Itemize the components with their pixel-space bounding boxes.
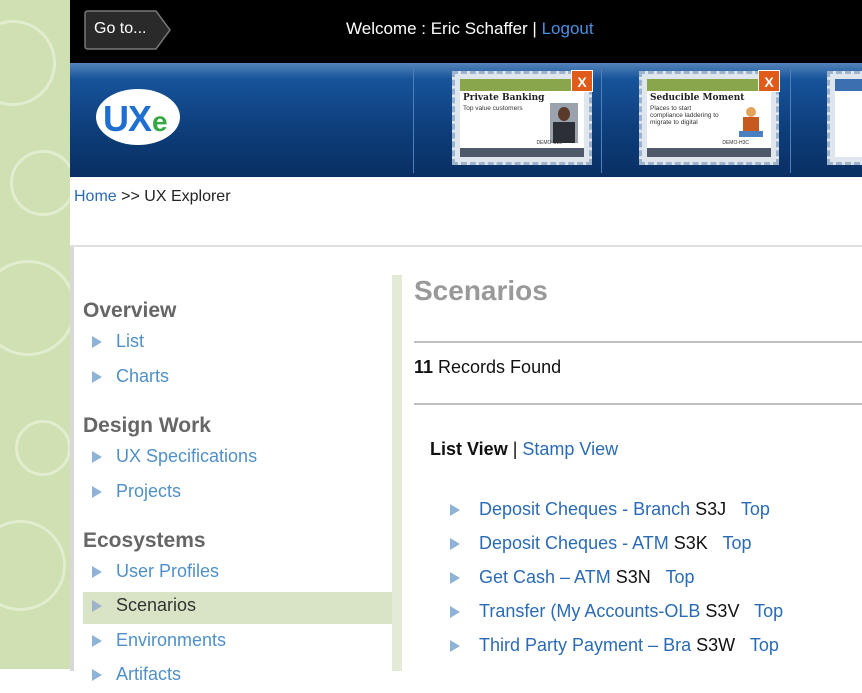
top-link[interactable]: Top — [722, 533, 751, 553]
stamp-view-link[interactable]: Stamp View — [522, 439, 618, 459]
nav-section-overview: Overview — [83, 299, 177, 322]
top-bar: Go to... Welcome : Eric Schaffer | Logou… — [70, 0, 862, 63]
triangle-right-icon — [92, 336, 102, 348]
nav-item-list[interactable]: List — [83, 328, 401, 360]
logout-link[interactable]: Logout — [542, 19, 594, 38]
stamp-body: Private Banking Top value customers DEMO… — [460, 79, 584, 157]
nav-section-ecosystems: Ecosystems — [83, 529, 206, 552]
scenario-link[interactable]: Deposit Cheques - Branch — [479, 499, 690, 519]
scenario-code: S3K — [673, 533, 708, 553]
column-separator — [392, 275, 402, 671]
content-area: Overview List Charts Design Work UX Spec… — [70, 245, 862, 684]
svg-text:X: X — [128, 98, 152, 139]
scenario-code: S3J — [695, 499, 727, 519]
stamp-card-need[interactable]: Seducible Moment Places to start complia… — [639, 70, 780, 165]
stamp-title: Private Banking — [463, 93, 545, 103]
nav-section-design-work: Design Work — [83, 414, 211, 437]
nav-item-environments[interactable]: Environments — [83, 627, 401, 659]
records-found: 11 Records Found — [414, 357, 561, 378]
stamp-body — [835, 79, 862, 157]
breadcrumb-current: >> UX Explorer — [116, 188, 231, 205]
close-stamp-button[interactable]: X — [571, 70, 593, 92]
close-stamp-button[interactable]: X — [758, 70, 780, 92]
nav-item-projects[interactable]: Projects — [83, 478, 401, 510]
triangle-right-icon — [92, 371, 102, 383]
goto-label: Go to... — [94, 20, 147, 37]
records-count: 11 — [414, 357, 434, 377]
scenario-link[interactable]: Deposit Cheques - ATM — [479, 533, 669, 553]
stamp-category-bar — [647, 79, 771, 91]
scenario-link[interactable]: Get Cash – ATM — [479, 567, 611, 587]
nav-item-label: Charts — [116, 366, 170, 386]
scenario-code: S3V — [705, 601, 740, 621]
svg-text:e: e — [152, 106, 168, 137]
top-link[interactable]: Top — [665, 567, 694, 587]
nav-item-artifacts[interactable]: Artifacts — [83, 661, 401, 693]
stamp-code: DEMO-H3C — [722, 140, 749, 146]
person-photo-icon — [550, 103, 578, 143]
svg-text:U: U — [103, 98, 129, 139]
scenario-link[interactable]: Third Party Payment – Bra — [479, 635, 691, 655]
divider-line — [414, 403, 862, 405]
top-link[interactable]: Top — [754, 601, 783, 621]
nav-item-label: Projects — [116, 481, 182, 501]
triangle-right-icon — [92, 486, 102, 498]
breadcrumb-home-link[interactable]: Home — [74, 188, 117, 205]
top-link[interactable]: Top — [741, 499, 770, 519]
triangle-right-icon — [92, 669, 102, 681]
page-title: Scenarios — [414, 275, 548, 306]
records-label: Records Found — [433, 357, 562, 377]
nav-item-label: Scenarios — [116, 595, 197, 615]
scenario-link[interactable]: Transfer (My Accounts-OLB — [479, 601, 700, 621]
nav-item-label: Environments — [116, 630, 227, 650]
list-view-label: List View — [430, 439, 508, 459]
nav-item-scenarios[interactable]: Scenarios — [83, 592, 401, 624]
stamp-category-bar — [835, 79, 862, 91]
stamp-category-bar — [460, 79, 584, 91]
scenario-code: S3N — [615, 567, 651, 587]
banner-divider — [601, 69, 602, 173]
welcome-user: Welcome : Eric Schaffer | — [346, 19, 542, 38]
triangle-right-icon — [450, 572, 460, 584]
triangle-right-icon — [450, 538, 460, 550]
nav-item-charts[interactable]: Charts — [83, 363, 401, 395]
stamp-body: Seducible Moment Places to start complia… — [647, 79, 771, 157]
triangle-right-icon — [92, 566, 102, 578]
goto-button[interactable]: Go to... — [84, 10, 171, 50]
triangle-right-icon — [450, 504, 460, 516]
nav-item-label: List — [116, 331, 145, 351]
nav-item-label: UX Specifications — [116, 446, 258, 466]
stamp-footer — [460, 148, 584, 157]
nav-item-ux-specifications[interactable]: UX Specifications — [83, 443, 401, 475]
stamp-description: Top value customers — [463, 105, 523, 112]
person-at-desk-icon — [739, 107, 763, 141]
triangle-right-icon — [92, 635, 102, 647]
stamp-title: Seducible Moment — [650, 93, 745, 103]
content-left-edge — [70, 247, 74, 671]
uxe-logo[interactable]: U X e — [92, 79, 184, 149]
triangle-right-icon — [92, 451, 102, 463]
top-link[interactable]: Top — [750, 635, 779, 655]
stamp-code: DEMO-U2J — [536, 140, 562, 146]
nav-item-label: Artifacts — [116, 664, 182, 684]
view-separator: | — [507, 439, 523, 459]
nav-item-user-profiles[interactable]: User Profiles — [83, 558, 401, 590]
stamp-description: Places to start compliance laddering to … — [650, 105, 719, 126]
stamp-footer — [647, 148, 771, 157]
welcome-text: Welcome : Eric Schaffer | Logout — [346, 19, 594, 39]
breadcrumb: Home >> UX Explorer — [74, 188, 231, 206]
banner-divider — [413, 69, 414, 173]
header-banner: U X e Private Banking Top value customer… — [70, 63, 862, 177]
triangle-right-icon — [92, 600, 102, 612]
decorative-side-strip — [0, 0, 70, 669]
divider-line — [414, 341, 862, 343]
banner-divider — [790, 69, 791, 173]
scenario-code: S3W — [696, 635, 736, 655]
stamp-card-partial[interactable] — [827, 71, 862, 165]
triangle-right-icon — [450, 640, 460, 652]
triangle-right-icon — [450, 606, 460, 618]
nav-item-label: User Profiles — [116, 561, 220, 581]
view-switcher: List View | Stamp View — [430, 439, 618, 460]
stamp-card-user-profile[interactable]: Private Banking Top value customers DEMO… — [452, 70, 593, 165]
